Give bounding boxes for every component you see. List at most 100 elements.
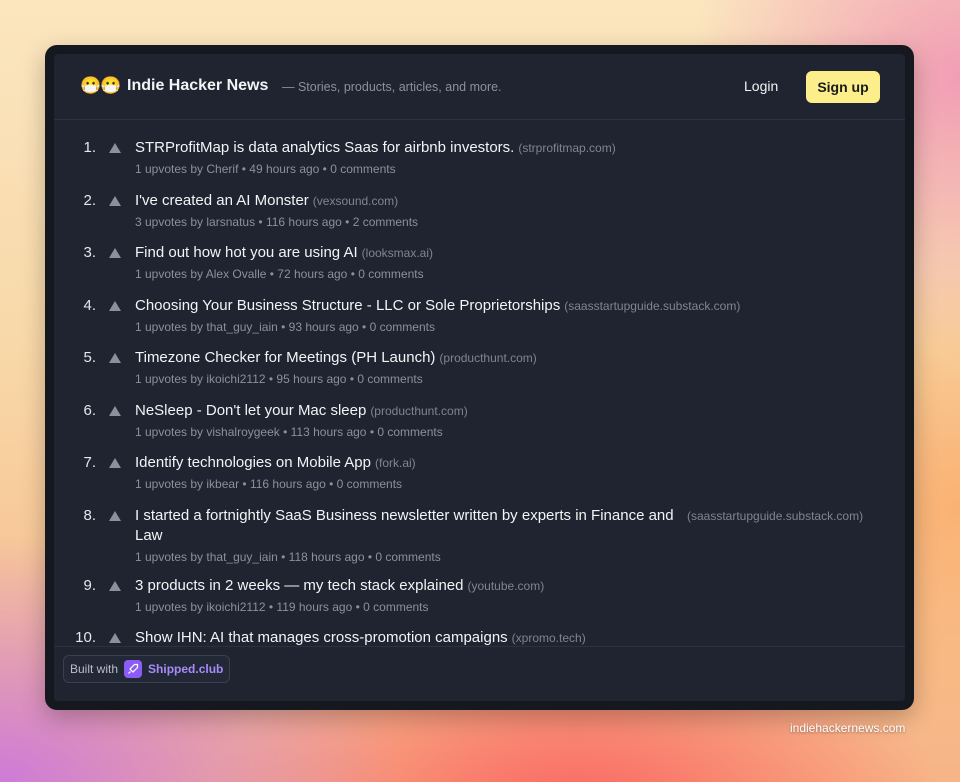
post-rank: 8.	[83, 507, 96, 524]
post-domain[interactable]: (saasstartupguide.substack.com)	[564, 299, 740, 313]
upvote-arrow-icon[interactable]	[108, 509, 122, 523]
post-rank: 9.	[83, 577, 96, 594]
post-title-line[interactable]: 3 products in 2 weeks — my tech stack ex…	[135, 576, 544, 596]
upvote-arrow-icon[interactable]	[108, 299, 122, 313]
post-title-line[interactable]: Timezone Checker for Meetings (PH Launch…	[135, 348, 537, 368]
upvote-arrow-icon[interactable]	[108, 246, 122, 260]
post-rank: 7.	[83, 454, 96, 471]
post-author[interactable]: that_guy_iain	[206, 320, 277, 334]
comments-link[interactable]: 0 comments	[357, 372, 422, 386]
comments-link[interactable]: 0 comments	[337, 477, 402, 491]
post-meta: 1 upvotes by that_guy_iain • 118 hours a…	[135, 550, 441, 564]
rocket-icon	[124, 660, 143, 678]
upvote-count: 1 upvotes by	[135, 425, 204, 439]
post-domain[interactable]: (strprofitmap.com)	[518, 141, 615, 155]
post-meta: 1 upvotes by ikoichi2112 • 119 hours ago…	[135, 600, 429, 614]
upvote-count: 1 upvotes by	[135, 477, 204, 491]
post-rank: 10.	[75, 629, 96, 646]
post-domain[interactable]: (saasstartupguide.substack.com)	[687, 506, 863, 526]
post-author[interactable]: Alex Ovalle	[206, 267, 267, 281]
logo-emoji[interactable]: 😷😷	[80, 76, 121, 96]
header: 😷😷 Indie Hacker News — Stories, products…	[54, 54, 905, 120]
post-author[interactable]: that_guy_iain	[206, 550, 277, 564]
upvote-arrow-icon[interactable]	[108, 579, 122, 593]
post-title-line[interactable]: STRProfitMap is data analytics Saas for …	[135, 138, 616, 158]
main-panel: 😷😷 Indie Hacker News — Stories, products…	[54, 54, 905, 701]
post-meta: 1 upvotes by ikoichi2112 • 95 hours ago …	[135, 372, 423, 386]
post-time: 93 hours ago	[288, 320, 359, 334]
post-title-line[interactable]: I've created an AI Monster (vexsound.com)	[135, 191, 398, 211]
post-time: 72 hours ago	[277, 267, 348, 281]
post-title[interactable]: Timezone Checker for Meetings (PH Launch…	[135, 349, 435, 366]
upvote-count: 1 upvotes by	[135, 162, 204, 176]
comments-link[interactable]: 2 comments	[353, 215, 418, 229]
shipped-club-link[interactable]: Shipped.club	[148, 662, 223, 676]
post-rank: 6.	[83, 402, 96, 419]
post-rank: 5.	[83, 349, 96, 366]
tagline: — Stories, products, articles, and more.	[282, 80, 502, 94]
upvote-arrow-icon[interactable]	[108, 456, 122, 470]
post-title-line[interactable]: Identify technologies on Mobile App (fork…	[135, 453, 416, 473]
upvote-count: 1 upvotes by	[135, 267, 204, 281]
post-title[interactable]: 3 products in 2 weeks — my tech stack ex…	[135, 577, 464, 594]
post-author[interactable]: Cherif	[206, 162, 238, 176]
post-title[interactable]: NeSleep - Don't let your Mac sleep	[135, 402, 366, 419]
post-title[interactable]: Show IHN: AI that manages cross-promotio…	[135, 629, 508, 646]
post-domain[interactable]: (producthunt.com)	[370, 404, 467, 418]
post-title-line[interactable]: NeSleep - Don't let your Mac sleep (produ…	[135, 401, 468, 421]
comments-link[interactable]: 0 comments	[377, 425, 442, 439]
post-list: 1. STRProfitMap is data analytics Saas f…	[54, 120, 905, 646]
post-meta: 1 upvotes by Alex Ovalle • 72 hours ago …	[135, 267, 424, 281]
signup-button[interactable]: Sign up	[806, 71, 880, 103]
post-title[interactable]: Identify technologies on Mobile App	[135, 454, 371, 471]
post-rank: 1.	[83, 139, 96, 156]
app-window: 😷😷 Indie Hacker News — Stories, products…	[45, 45, 914, 710]
post-title-line[interactable]: Show IHN: AI that manages cross-promotio…	[135, 628, 586, 646]
upvote-arrow-icon[interactable]	[108, 631, 122, 645]
upvote-arrow-icon[interactable]	[108, 404, 122, 418]
post-title[interactable]: I started a fortnightly SaaS Business ne…	[135, 506, 675, 546]
post-domain[interactable]: (looksmax.ai)	[362, 246, 433, 260]
post-title-line[interactable]: Find out how hot you are using AI (looksm…	[135, 243, 433, 263]
comments-link[interactable]: 0 comments	[363, 600, 428, 614]
comments-link[interactable]: 0 comments	[375, 550, 440, 564]
post-rank: 3.	[83, 244, 96, 261]
post-domain[interactable]: (youtube.com)	[468, 579, 545, 593]
comments-link[interactable]: 0 comments	[358, 267, 423, 281]
login-link[interactable]: Login	[744, 76, 778, 96]
post-time: 113 hours ago	[290, 425, 367, 439]
post-title-line[interactable]: Choosing Your Business Structure - LLC o…	[135, 296, 740, 316]
post-domain[interactable]: (producthunt.com)	[439, 351, 536, 365]
site-title[interactable]: Indie Hacker News	[127, 76, 268, 96]
upvote-arrow-icon[interactable]	[108, 141, 122, 155]
post-author[interactable]: vishalroygeek	[206, 425, 279, 439]
post-title[interactable]: Find out how hot you are using AI	[135, 244, 358, 261]
post-author[interactable]: ikbear	[206, 477, 239, 491]
post-meta: 1 upvotes by vishalroygeek • 113 hours a…	[135, 425, 443, 439]
upvote-count: 1 upvotes by	[135, 550, 204, 564]
post-meta: 1 upvotes by that_guy_iain • 93 hours ag…	[135, 320, 435, 334]
post-time: 118 hours ago	[288, 550, 365, 564]
upvote-arrow-icon[interactable]	[108, 351, 122, 365]
post-time: 116 hours ago	[249, 477, 326, 491]
post-domain[interactable]: (vexsound.com)	[313, 194, 398, 208]
post-title[interactable]: I've created an AI Monster	[135, 192, 309, 209]
post-domain[interactable]: (xpromo.tech)	[512, 631, 586, 645]
post-domain[interactable]: (fork.ai)	[375, 456, 416, 470]
upvote-count: 1 upvotes by	[135, 600, 204, 614]
post-meta: 1 upvotes by Cherif • 49 hours ago • 0 c…	[135, 162, 396, 176]
comments-link[interactable]: 0 comments	[330, 162, 395, 176]
upvote-count: 1 upvotes by	[135, 320, 204, 334]
post-author[interactable]: larsnatus	[206, 215, 255, 229]
post-title[interactable]: STRProfitMap is data analytics Saas for …	[135, 139, 514, 156]
post-title[interactable]: Choosing Your Business Structure - LLC o…	[135, 297, 560, 314]
post-time: 116 hours ago	[265, 215, 342, 229]
post-meta: 3 upvotes by larsnatus • 116 hours ago •…	[135, 215, 419, 229]
built-with-badge[interactable]: Built with Shipped.club	[63, 655, 231, 683]
site-url: indiehackernews.com	[790, 721, 906, 735]
comments-link[interactable]: 0 comments	[370, 320, 435, 334]
post-time: 95 hours ago	[276, 372, 347, 386]
post-author[interactable]: ikoichi2112	[206, 600, 265, 614]
upvote-arrow-icon[interactable]	[108, 194, 122, 208]
post-author[interactable]: ikoichi2112	[206, 372, 265, 386]
